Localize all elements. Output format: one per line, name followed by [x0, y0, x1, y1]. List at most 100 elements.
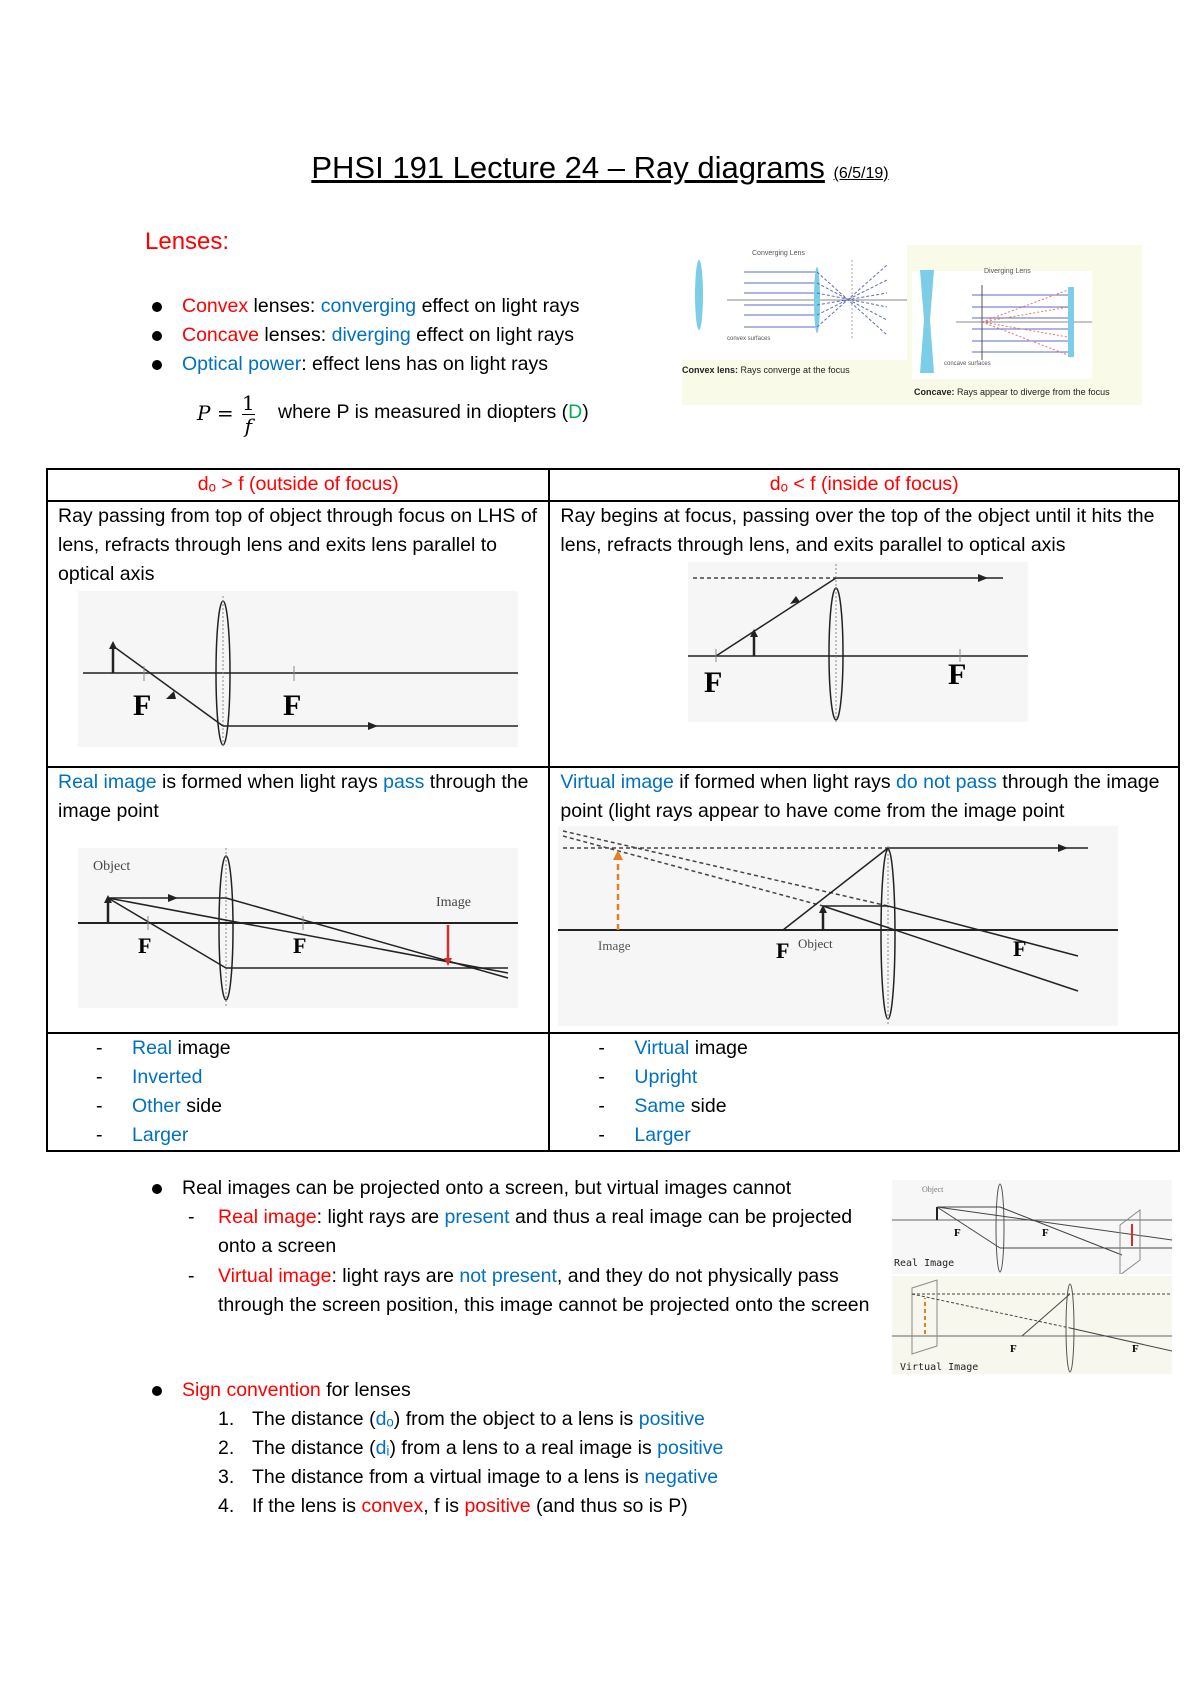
list-item: Inverted — [96, 1063, 538, 1092]
converging-lens-title: Converging Lens — [752, 250, 805, 257]
convex-caption: Convex lens: Rays converge at the focus — [682, 365, 850, 375]
real-image-thumb-diagram: Object F F Real Image — [892, 1183, 1173, 1276]
sign-item-4: 4. If the lens is convex, f is positive (… — [218, 1495, 688, 1517]
sign-item-1: 1. The distance (dₒ) from the object to a… — [218, 1408, 705, 1430]
bullet-optical-power: Optical power: effect lens has on light … — [182, 350, 548, 379]
formula-fraction: 1 f — [241, 391, 255, 438]
list-item: Same side — [598, 1092, 1168, 1121]
real-image-properties: Real image Inverted Other side Larger — [58, 1034, 538, 1150]
cell-virtual-image: Virtual image if formed when light rays … — [548, 766, 1180, 1034]
focus-label: F — [133, 689, 151, 722]
projection-bullet: Real images can be projected onto a scre… — [182, 1177, 792, 1199]
text-optical-power: Optical power — [182, 353, 302, 375]
diverging-lens-title: Diverging Lens — [984, 268, 1031, 275]
cell-inside-focus-ray: Ray begins at focus, passing over the to… — [548, 500, 1180, 768]
text-converging: converging — [320, 295, 417, 317]
formula-numerator: 1 — [241, 391, 255, 415]
list-item: Larger — [96, 1121, 538, 1150]
svg-text:F: F — [1010, 1343, 1017, 1355]
bullet-concave: Concave lenses: diverging effect on ligh… — [182, 321, 574, 350]
page-title: PHSI 191 Lecture 24 – Ray diagrams (6/5/… — [0, 150, 1200, 186]
image-label: Image — [436, 895, 471, 910]
dash: - — [188, 1265, 195, 1287]
text: effect on light rays — [416, 295, 580, 317]
bullet-icon — [152, 360, 162, 370]
formula-note: where P is measured in diopters (D) — [278, 398, 589, 427]
focus-label: F — [293, 933, 306, 958]
header-inside-focus: dₒ < f (inside of focus) — [548, 468, 1180, 502]
diopter-unit: D — [568, 401, 583, 423]
bullet-icon — [152, 1386, 162, 1396]
concave-caption: Concave: Rays appear to diverge from the… — [914, 387, 1110, 397]
sign-item-2: 2. The distance (dᵢ) from a lens to a rea… — [218, 1437, 724, 1459]
text: where P is measured in diopters ( — [278, 401, 569, 423]
virtual-image-caption: Virtual Image — [900, 1362, 978, 1373]
text: ) — [582, 401, 589, 423]
concave-surfaces-label: concave surfaces — [944, 361, 991, 367]
focus-label: F — [776, 938, 789, 963]
text: : effect lens has on light rays — [301, 353, 548, 375]
lens-types-figure: Converging Lens convex surfaces Convex l… — [682, 245, 1142, 405]
optical-power-formula: P = 1 f — [197, 392, 255, 437]
text: effect on light rays — [410, 324, 575, 346]
outside-focus-description: Ray passing from top of object through f… — [58, 505, 538, 585]
virtual-image-figure: Image Object F F — [558, 826, 1119, 1026]
image-label: Image — [598, 938, 631, 953]
formula-lhs: P = — [197, 401, 234, 425]
text-convex: Convex — [182, 295, 249, 317]
outside-focus-figure: F F — [78, 591, 518, 747]
focus-label: F — [283, 689, 301, 722]
focus-label: F — [704, 666, 722, 699]
formula-denominator: f — [244, 414, 252, 438]
title-date: (6/5/19) — [833, 165, 889, 182]
virtual-image-thumbnail: F F Virtual Image — [892, 1276, 1173, 1374]
real-image-description: Real image is formed when light rays pas… — [58, 771, 529, 822]
cell-virtual-properties: Virtual image Upright Same side Larger — [548, 1032, 1180, 1152]
title-main: PHSI 191 Lecture 24 – Ray diagrams — [311, 150, 825, 185]
text: lenses: — [248, 295, 321, 317]
convex-lens-icon — [695, 260, 703, 330]
list-item: Real image — [96, 1034, 538, 1063]
real-image-caption: Real Image — [894, 1258, 954, 1269]
text-diverging: diverging — [331, 324, 411, 346]
focus-label: F — [948, 658, 966, 691]
inside-focus-figure: F F — [688, 562, 1029, 722]
real-image-note: Real image: light rays are present and t… — [218, 1206, 853, 1257]
text-concave: Concave — [182, 324, 259, 346]
svg-text:F: F — [954, 1227, 961, 1239]
bullet-icon — [152, 331, 162, 341]
list-item: Larger — [598, 1121, 1168, 1150]
inside-focus-description: Ray begins at focus, passing over the to… — [560, 505, 1155, 556]
text: lenses: — [258, 324, 332, 346]
sign-item-3: 3. The distance from a virtual image to a… — [218, 1466, 719, 1488]
svg-text:F: F — [1132, 1343, 1139, 1355]
virtual-image-properties: Virtual image Upright Same side Larger — [560, 1034, 1168, 1150]
virtual-image-thumb-diagram: F F Virtual Image — [892, 1279, 1173, 1373]
object-label: Object — [798, 936, 833, 951]
outside-focus-ray-diagram: F F — [83, 596, 518, 747]
list-item: Upright — [598, 1063, 1168, 1092]
cell-outside-focus-ray: Ray passing from top of object through f… — [45, 500, 551, 768]
sign-convention-heading: Sign convention for lenses — [182, 1379, 411, 1401]
real-image-ray-diagram: Object Image F F — [78, 848, 518, 1008]
object-label: Object — [93, 859, 130, 874]
dash: - — [188, 1206, 195, 1228]
lens-types-diagram: Converging Lens convex surfaces Convex l… — [682, 245, 1110, 397]
real-image-figure: Object Image F F — [78, 848, 518, 1008]
cell-real-properties: Real image Inverted Other side Larger — [45, 1032, 551, 1152]
virtual-image-description: Virtual image if formed when light rays … — [560, 771, 1160, 822]
ray-diagram-table: dₒ > f (outside of focus) dₒ < f (inside… — [45, 468, 1180, 1152]
header-outside-focus: dₒ > f (outside of focus) — [45, 468, 551, 502]
virtual-image-note: Virtual image: light rays are not presen… — [218, 1265, 870, 1316]
svg-text:Object: Object — [922, 1185, 944, 1194]
list-item: Virtual image — [598, 1034, 1168, 1063]
inside-focus-ray-diagram: F F — [688, 564, 1029, 722]
focus-label: F — [1013, 936, 1026, 961]
convex-surfaces-label: convex surfaces — [727, 336, 770, 342]
bullet-icon — [152, 302, 162, 312]
list-item: Other side — [96, 1092, 538, 1121]
svg-text:F: F — [1042, 1227, 1049, 1239]
bullet-convex: Convex lenses: converging effect on ligh… — [182, 292, 579, 321]
focus-label: F — [138, 933, 151, 958]
cell-real-image: Real image is formed when light rays pas… — [45, 766, 551, 1034]
